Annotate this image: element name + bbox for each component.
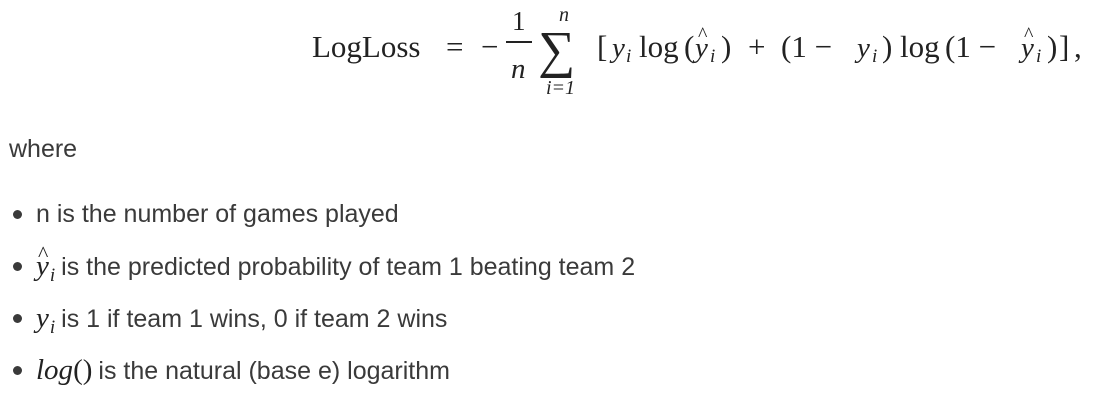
open-bracket: [ <box>597 29 607 64</box>
log-base: log <box>36 354 74 386</box>
y-subscript: i <box>626 46 631 67</box>
bullet-dot <box>13 210 22 219</box>
close-bracket: ] <box>1059 29 1069 64</box>
rparen-1: ) <box>721 29 731 64</box>
lparen-1: ( <box>684 29 694 64</box>
sum-symbol: ∑ <box>538 22 575 79</box>
sum-lower-limit: i=1 <box>546 77 575 99</box>
item-text: is 1 if team 1 wins, 0 if team 2 wins <box>61 305 448 333</box>
close-paren-1: ) <box>882 29 892 64</box>
fraction-bar <box>506 41 532 43</box>
bullet-dot <box>13 262 22 271</box>
log-term-1: log <box>639 29 679 64</box>
hat-accent: ^ <box>38 241 49 266</box>
item-text: is the predicted probability of team 1 b… <box>61 253 636 281</box>
item-text: n is the number of games played <box>36 200 399 228</box>
formula-lhs: LogLoss <box>312 29 421 64</box>
bullet-dot <box>13 314 22 323</box>
y-term-2-subscript: i <box>872 46 877 67</box>
log-parens: () <box>73 354 93 386</box>
y-subscript: i <box>49 317 56 338</box>
one-minus-1: (1 − <box>781 29 832 64</box>
hat-1: ^ <box>698 24 708 46</box>
close-paren-2: ) <box>1047 29 1057 64</box>
yhat-symbol: ^ yi <box>36 241 56 292</box>
y-term: y <box>609 32 625 64</box>
log-term-2: log <box>900 29 940 64</box>
one-minus-2: (1 − <box>945 29 996 64</box>
formula-equals: = <box>446 29 463 64</box>
where-label: where <box>9 135 78 163</box>
yhat-2-subscript: i <box>1036 46 1041 67</box>
item-text: is the natural (base e) logarithm <box>98 357 450 385</box>
fraction-numerator: 1 <box>512 6 526 36</box>
y-base: y <box>36 302 49 334</box>
log-symbol: log() <box>36 348 92 392</box>
formula-minus: − <box>481 29 498 64</box>
trailing-comma: , <box>1074 29 1082 64</box>
plus-sign: + <box>748 29 765 64</box>
yhat-subscript: i <box>49 265 56 286</box>
hat-2: ^ <box>1024 24 1034 46</box>
yhat-1-subscript: i <box>710 46 715 67</box>
bullet-dot <box>13 366 22 375</box>
fraction-denominator: n <box>511 53 526 85</box>
y-term-2: y <box>854 32 870 64</box>
logloss-formula: LogLoss = − 1 n n ∑ i=1 [ y i log ( y ^ … <box>312 4 1082 99</box>
y-symbol: yi <box>36 296 55 344</box>
